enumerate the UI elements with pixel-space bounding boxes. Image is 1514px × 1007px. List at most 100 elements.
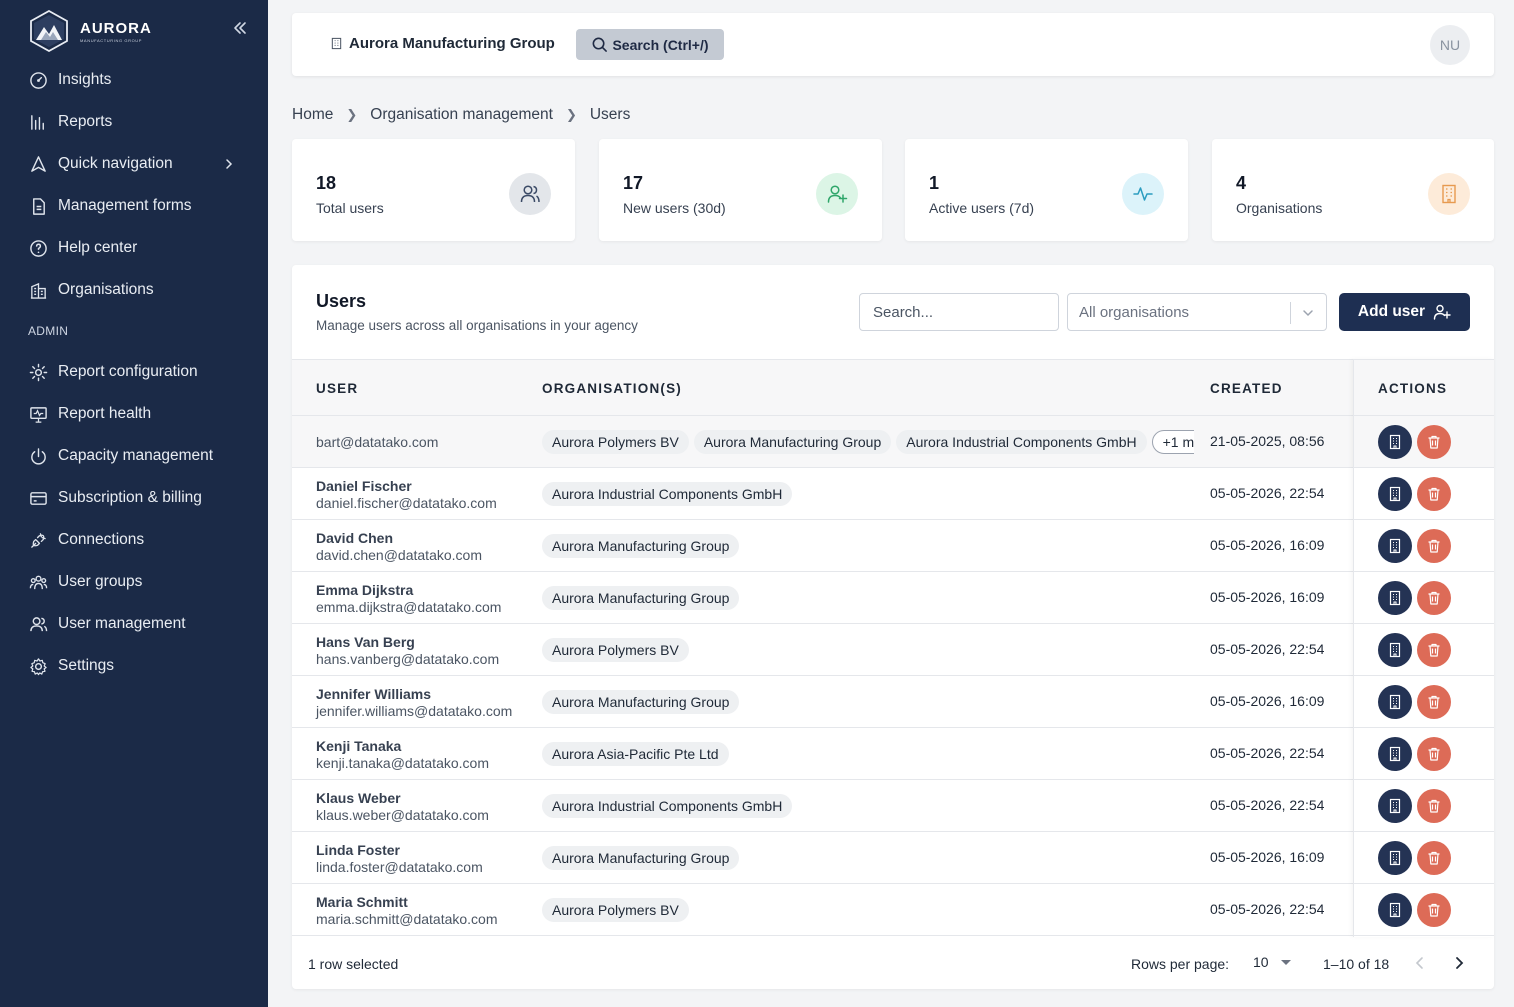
user-email: linda.foster@datatako.com [316,859,483,875]
sidebar-item-management-forms[interactable]: Management forms [0,185,268,227]
sidebar-item-label: Management forms [58,197,192,214]
chevron-right-icon: ❯ [346,107,358,122]
user-email: daniel.fischer@datatako.com [316,495,497,511]
sidebar-item-subscription-billing[interactable]: Subscription & billing [0,477,268,519]
user-email: hans.vanberg@datatako.com [316,651,500,667]
table-row[interactable]: Emma Dijkstra emma.dijkstra@datatako.com A… [292,572,1494,624]
document-icon [33,197,45,215]
card-title: Users [316,291,367,311]
organisation-chip: Aurora Industrial Components GmbH [542,482,793,506]
sidebar-item-label: Quick navigation [58,155,173,172]
table-row[interactable]: Linda Foster linda.foster@datatako.com Aur… [292,832,1494,884]
chevron-down-icon [1303,310,1313,317]
stat-value: 18 [316,173,337,193]
stat-card-active-users: 1 Active users (7d) [905,139,1188,241]
sidebar-item-label: User groups [58,573,143,590]
organisation-filter-select[interactable]: All organisations [1067,293,1327,331]
user-name: David Chen [316,530,394,546]
current-organisation[interactable]: Aurora Manufacturing Group [330,35,555,52]
plug-icon [31,532,46,548]
table-row[interactable]: David Chen david.chen@datatako.com Aurora … [292,520,1494,572]
sidebar-item-label: Report configuration [58,363,198,380]
stat-label: New users (30d) [623,200,726,216]
sidebar-item-user-groups[interactable]: User groups [0,561,268,603]
sidebar-item-capacity-management[interactable]: Capacity management [0,435,268,477]
column-header-organisations[interactable]: ORGANISATION(S) [542,381,682,396]
organisation-filter-value: All organisations [1079,303,1190,321]
organisation-chips: Aurora Polymers BV [542,638,1194,662]
sidebar-item-report-configuration[interactable]: Report configuration [0,351,268,393]
organisation-chip: Aurora Manufacturing Group [542,846,740,870]
table-row[interactable]: Daniel Fischer daniel.fischer@datatako.co… [292,468,1494,520]
breadcrumb-home[interactable]: Home [292,106,333,124]
sidebar-item-settings[interactable]: Settings [0,645,268,687]
sidebar-item-user-management[interactable]: User management [0,603,268,645]
sidebar-item-label: Connections [58,531,145,548]
created-date: 05-05-2026, 22:54 [1210,797,1325,813]
users-card: Users Manage users across all organisati… [292,265,1494,989]
rows-per-page-select[interactable]: 10 [1253,954,1291,970]
created-date: 05-05-2026, 16:09 [1210,537,1325,553]
breadcrumb-current: Users [589,106,631,123]
organisation-chips: Aurora Manufacturing Group [542,846,1194,870]
column-header-user[interactable]: USER [316,381,358,396]
admin-section-heading: ADMIN [28,324,69,338]
created-date: 05-05-2026, 22:54 [1210,745,1325,761]
table-row[interactable]: Maria Schmitt maria.schmitt@datatako.com A… [292,884,1494,936]
global-search-button[interactable]: Search (Ctrl+/) [576,29,724,60]
users-group-icon [29,575,48,589]
user-name: Emma Dijkstra [316,582,414,598]
selection-count: 1 row selected [308,956,399,972]
chevron-right-icon: ❯ [565,107,577,122]
add-user-button[interactable]: Add user [1339,293,1470,331]
page-range: 1–10 of 18 [1323,956,1390,972]
table-row[interactable]: Hans Van Berg hans.vanberg@datatako.com Au… [292,624,1494,676]
sidebar-item-connections[interactable]: Connections [0,519,268,561]
sidebar-item-quick-navigation[interactable]: Quick navigation [0,143,268,185]
breadcrumb: Home ❯ Organisation management ❯ Users [292,106,630,124]
table-row[interactable]: bart@datatako.com Aurora Polymers BV Auror… [292,416,1494,468]
stat-label: Total users [316,200,384,216]
previous-page-button[interactable] [1408,951,1432,975]
table-row[interactable]: Klaus Weber klaus.weber@datatako.com Auror… [292,780,1494,832]
created-date: 05-05-2026, 16:09 [1210,849,1325,865]
sidebar-item-label: User management [58,615,186,632]
user-email: emma.dijkstra@datatako.com [316,599,502,615]
column-header-created[interactable]: CREATED [1210,381,1283,396]
table-row[interactable]: Kenji Tanaka kenji.tanaka@datatako.com Aur… [292,728,1494,780]
table-row[interactable]: Jennifer Williams jennifer.williams@datat… [292,676,1494,728]
sidebar-item-report-health[interactable]: Report health [0,393,268,435]
sidebar-item-reports[interactable]: Reports [0,101,268,143]
user-email: maria.schmitt@datatako.com [316,911,498,927]
rows-per-page-label: Rows per page: [1131,956,1230,972]
next-page-button[interactable] [1447,951,1471,975]
breadcrumb-organisation-management[interactable]: Organisation management [370,106,553,124]
chevron-right-icon [1456,957,1464,969]
compass-icon [31,155,46,172]
sidebar-item-label: Report health [58,405,152,422]
sidebar-item-insights[interactable]: Insights [0,59,268,101]
organisation-chip: Aurora Manufacturing Group [542,690,740,714]
more-organisations-chip[interactable]: +1 more [1151,430,1194,454]
activity-icon [1122,173,1164,215]
sidebar-item-label: Reports [58,113,113,130]
organisation-chips: Aurora Industrial Components GmbH [542,482,1194,506]
brand-name: AURORA [80,19,152,37]
user-plus-icon [816,173,858,215]
sidebar-item-label: Organisations [58,281,154,298]
sidebar-item-label: Help center [58,239,138,256]
sidebar-item-help-center[interactable]: Help center [0,227,268,269]
brand-logo[interactable]: AURORA MANUFACTURING GROUP [28,10,152,52]
stat-card-total-users: 18 Total users [292,139,575,241]
sidebar-item-label: Settings [58,657,115,674]
stat-value: 1 [929,173,940,193]
user-email: kenji.tanaka@datatako.com [316,755,489,771]
user-avatar[interactable]: NU [1430,25,1470,65]
sidebar-item-organisations[interactable]: Organisations [0,269,268,311]
collapse-sidebar-button[interactable] [230,18,250,38]
created-date: 05-05-2026, 16:09 [1210,589,1325,605]
sidebar-item-label: Subscription & billing [58,489,202,506]
rows-per-page-value: 10 [1253,954,1269,970]
organisation-chips: Aurora Asia-Pacific Pte Ltd [542,742,1194,766]
user-search-input[interactable] [859,293,1059,331]
